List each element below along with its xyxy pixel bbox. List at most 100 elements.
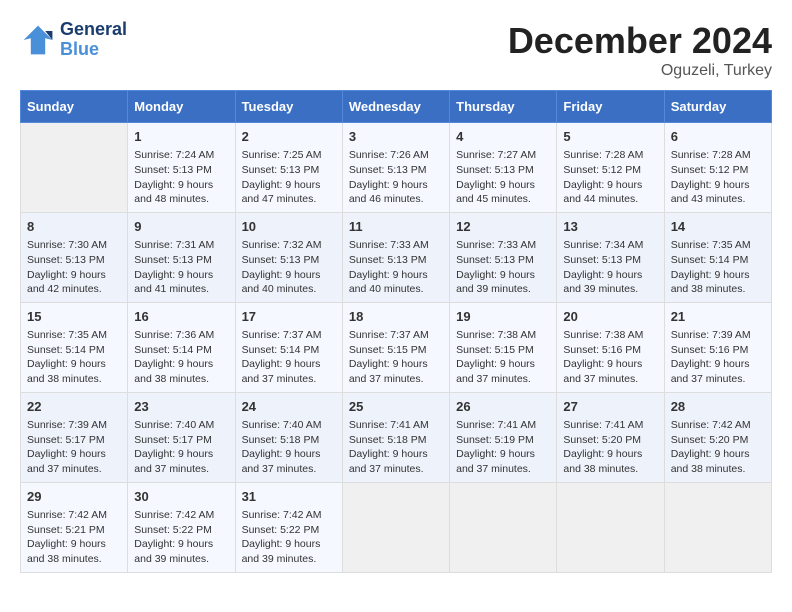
day-info: Sunrise: 7:40 AMSunset: 5:18 PMDaylight:… bbox=[242, 418, 336, 477]
weekday-header: Thursday bbox=[450, 91, 557, 123]
day-number: 12 bbox=[456, 218, 550, 236]
calendar-day: 29 Sunrise: 7:42 AMSunset: 5:21 PMDayligh… bbox=[21, 482, 128, 572]
calendar-day: 25Sunrise: 7:41 AMSunset: 5:18 PMDayligh… bbox=[342, 392, 449, 482]
calendar-day: 13 Sunrise: 7:34 AMSunset: 5:13 PMDayligh… bbox=[557, 212, 664, 302]
calendar-day: 15Sunrise: 7:35 AMSunset: 5:14 PMDayligh… bbox=[21, 302, 128, 392]
day-info: Sunrise: 7:24 AMSunset: 5:13 PMDaylight:… bbox=[134, 148, 228, 207]
day-info: Sunrise: 7:39 AMSunset: 5:17 PMDaylight:… bbox=[27, 418, 121, 477]
day-number: 31 bbox=[242, 488, 336, 506]
day-number: 14 bbox=[671, 218, 765, 236]
page-header: General Blue December 2024 Oguzeli, Turk… bbox=[20, 20, 772, 80]
day-number: 28 bbox=[671, 398, 765, 416]
calendar-table: SundayMondayTuesdayWednesdayThursdayFrid… bbox=[20, 90, 772, 573]
calendar-week-row: 8 Sunrise: 7:30 AMSunset: 5:13 PMDaylight… bbox=[21, 212, 772, 302]
calendar-day bbox=[450, 482, 557, 572]
day-number: 26 bbox=[456, 398, 550, 416]
calendar-day: 30 Sunrise: 7:42 AMSunset: 5:22 PMDayligh… bbox=[128, 482, 235, 572]
day-number: 25 bbox=[349, 398, 443, 416]
day-number: 29 bbox=[27, 488, 121, 506]
weekday-header: Friday bbox=[557, 91, 664, 123]
calendar-day: 8 Sunrise: 7:30 AMSunset: 5:13 PMDaylight… bbox=[21, 212, 128, 302]
logo: General Blue bbox=[20, 20, 127, 60]
day-number: 17 bbox=[242, 308, 336, 326]
day-info: Sunrise: 7:25 AMSunset: 5:13 PMDaylight:… bbox=[242, 148, 336, 207]
day-number: 20 bbox=[563, 308, 657, 326]
day-info: Sunrise: 7:31 AMSunset: 5:13 PMDaylight:… bbox=[134, 238, 228, 297]
calendar-day: 3 Sunrise: 7:26 AMSunset: 5:13 PMDaylight… bbox=[342, 123, 449, 213]
day-number: 27 bbox=[563, 398, 657, 416]
day-number: 8 bbox=[27, 218, 121, 236]
logo-blue: Blue bbox=[60, 40, 127, 60]
calendar-header: SundayMondayTuesdayWednesdayThursdayFrid… bbox=[21, 91, 772, 123]
calendar-day: 24 Sunrise: 7:40 AMSunset: 5:18 PMDayligh… bbox=[235, 392, 342, 482]
day-info: Sunrise: 7:27 AMSunset: 5:13 PMDaylight:… bbox=[456, 148, 550, 207]
day-info: Sunrise: 7:30 AMSunset: 5:13 PMDaylight:… bbox=[27, 238, 121, 297]
day-info: Sunrise: 7:32 AMSunset: 5:13 PMDaylight:… bbox=[242, 238, 336, 297]
day-number: 30 bbox=[134, 488, 228, 506]
calendar-week-row: 29 Sunrise: 7:42 AMSunset: 5:21 PMDayligh… bbox=[21, 482, 772, 572]
day-info: Sunrise: 7:28 AMSunset: 5:12 PMDaylight:… bbox=[671, 148, 765, 207]
calendar-day: 17 Sunrise: 7:37 AMSunset: 5:14 PMDayligh… bbox=[235, 302, 342, 392]
month-title: December 2024 bbox=[508, 20, 772, 62]
calendar-day: 22 Sunrise: 7:39 AMSunset: 5:17 PMDayligh… bbox=[21, 392, 128, 482]
calendar-week-row: 15Sunrise: 7:35 AMSunset: 5:14 PMDayligh… bbox=[21, 302, 772, 392]
calendar-day: 14 Sunrise: 7:35 AMSunset: 5:14 PMDayligh… bbox=[664, 212, 771, 302]
calendar-day bbox=[664, 482, 771, 572]
weekday-header: Sunday bbox=[21, 91, 128, 123]
day-number: 5 bbox=[563, 128, 657, 146]
calendar-day: 2Sunrise: 7:25 AMSunset: 5:13 PMDaylight… bbox=[235, 123, 342, 213]
calendar-day: 21 Sunrise: 7:39 AMSunset: 5:16 PMDayligh… bbox=[664, 302, 771, 392]
day-info: Sunrise: 7:41 AMSunset: 5:20 PMDaylight:… bbox=[563, 418, 657, 477]
weekday-header: Saturday bbox=[664, 91, 771, 123]
day-info: Sunrise: 7:38 AMSunset: 5:16 PMDaylight:… bbox=[563, 328, 657, 387]
day-info: Sunrise: 7:33 AMSunset: 5:13 PMDaylight:… bbox=[456, 238, 550, 297]
calendar-day: 27 Sunrise: 7:41 AMSunset: 5:20 PMDayligh… bbox=[557, 392, 664, 482]
calendar-day bbox=[557, 482, 664, 572]
calendar-day: 11Sunrise: 7:33 AMSunset: 5:13 PMDayligh… bbox=[342, 212, 449, 302]
calendar-day bbox=[342, 482, 449, 572]
day-number: 10 bbox=[242, 218, 336, 236]
calendar-day: 28Sunrise: 7:42 AMSunset: 5:20 PMDayligh… bbox=[664, 392, 771, 482]
day-number: 3 bbox=[349, 128, 443, 146]
day-number: 1 bbox=[134, 128, 228, 146]
day-number: 4 bbox=[456, 128, 550, 146]
day-info: Sunrise: 7:36 AMSunset: 5:14 PMDaylight:… bbox=[134, 328, 228, 387]
weekday-header: Tuesday bbox=[235, 91, 342, 123]
day-number: 16 bbox=[134, 308, 228, 326]
day-info: Sunrise: 7:39 AMSunset: 5:16 PMDaylight:… bbox=[671, 328, 765, 387]
header-row: SundayMondayTuesdayWednesdayThursdayFrid… bbox=[21, 91, 772, 123]
day-info: Sunrise: 7:37 AMSunset: 5:14 PMDaylight:… bbox=[242, 328, 336, 387]
calendar-day: 23Sunrise: 7:40 AMSunset: 5:17 PMDayligh… bbox=[128, 392, 235, 482]
day-number: 18 bbox=[349, 308, 443, 326]
day-info: Sunrise: 7:28 AMSunset: 5:12 PMDaylight:… bbox=[563, 148, 657, 207]
calendar-day: 5 Sunrise: 7:28 AMSunset: 5:12 PMDaylight… bbox=[557, 123, 664, 213]
day-info: Sunrise: 7:42 AMSunset: 5:22 PMDaylight:… bbox=[134, 508, 228, 567]
logo-text: General Blue bbox=[60, 20, 127, 60]
calendar-day: 20 Sunrise: 7:38 AMSunset: 5:16 PMDayligh… bbox=[557, 302, 664, 392]
day-info: Sunrise: 7:34 AMSunset: 5:13 PMDaylight:… bbox=[563, 238, 657, 297]
day-info: Sunrise: 7:42 AMSunset: 5:21 PMDaylight:… bbox=[27, 508, 121, 567]
calendar-body: 1 Sunrise: 7:24 AMSunset: 5:13 PMDaylight… bbox=[21, 123, 772, 573]
weekday-header: Wednesday bbox=[342, 91, 449, 123]
day-info: Sunrise: 7:38 AMSunset: 5:15 PMDaylight:… bbox=[456, 328, 550, 387]
day-number: 23 bbox=[134, 398, 228, 416]
calendar-day bbox=[21, 123, 128, 213]
day-number: 22 bbox=[27, 398, 121, 416]
calendar-week-row: 1 Sunrise: 7:24 AMSunset: 5:13 PMDaylight… bbox=[21, 123, 772, 213]
weekday-header: Monday bbox=[128, 91, 235, 123]
day-number: 13 bbox=[563, 218, 657, 236]
day-info: Sunrise: 7:37 AMSunset: 5:15 PMDaylight:… bbox=[349, 328, 443, 387]
calendar-day: 18 Sunrise: 7:37 AMSunset: 5:15 PMDayligh… bbox=[342, 302, 449, 392]
day-info: Sunrise: 7:26 AMSunset: 5:13 PMDaylight:… bbox=[349, 148, 443, 207]
title-section: December 2024 Oguzeli, Turkey bbox=[508, 20, 772, 80]
day-info: Sunrise: 7:35 AMSunset: 5:14 PMDaylight:… bbox=[671, 238, 765, 297]
day-number: 9 bbox=[134, 218, 228, 236]
calendar-day: 31Sunrise: 7:42 AMSunset: 5:22 PMDayligh… bbox=[235, 482, 342, 572]
day-number: 6 bbox=[671, 128, 765, 146]
day-number: 21 bbox=[671, 308, 765, 326]
calendar-day: 6 Sunrise: 7:28 AMSunset: 5:12 PMDaylight… bbox=[664, 123, 771, 213]
day-number: 24 bbox=[242, 398, 336, 416]
day-number: 15 bbox=[27, 308, 121, 326]
day-number: 19 bbox=[456, 308, 550, 326]
calendar-day: 1 Sunrise: 7:24 AMSunset: 5:13 PMDaylight… bbox=[128, 123, 235, 213]
